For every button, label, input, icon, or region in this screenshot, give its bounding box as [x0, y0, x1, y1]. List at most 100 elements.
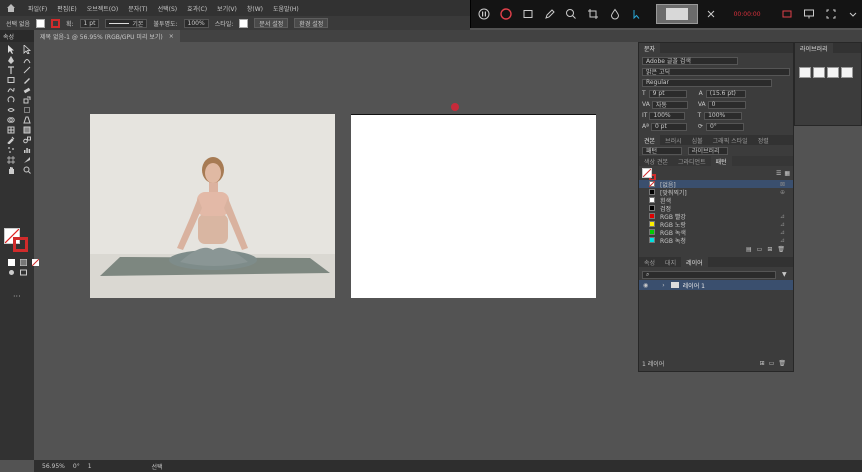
fill-swatch[interactable]	[36, 18, 45, 28]
type-tool-icon[interactable]	[5, 65, 17, 74]
leading-field[interactable]: (15.6 pt)	[705, 89, 746, 98]
layers-search-input[interactable]: ⌕	[642, 270, 776, 279]
pen-icon[interactable]	[541, 5, 559, 23]
rotation-readout[interactable]: 0°	[73, 463, 80, 470]
zoom-icon[interactable]	[563, 5, 581, 23]
layer-row[interactable]: ◉ › 레이어 1	[639, 280, 793, 290]
monitor-icon[interactable]	[800, 5, 818, 23]
zoom-tool-icon[interactable]	[21, 165, 33, 174]
pause-icon[interactable]	[475, 5, 493, 23]
expand-icon[interactable]	[822, 5, 840, 23]
mesh-tool-icon[interactable]	[5, 125, 17, 134]
artboard-tool-icon[interactable]	[5, 155, 17, 164]
slice-tool-icon[interactable]	[21, 155, 33, 164]
menu-view[interactable]: 보기(V)	[217, 4, 237, 13]
document-tab[interactable]: 제목 없음-1 @ 56.95% (RGB/GPU 미리 보기) ×	[34, 30, 180, 42]
stroke-weight-field[interactable]: 1 pt	[79, 18, 100, 28]
font-size-field[interactable]: 9 pt	[648, 89, 687, 98]
horizontal-scale-field[interactable]: 100%	[704, 111, 743, 120]
grid-view-icon[interactable]: ▦	[784, 170, 790, 177]
tab-symbols[interactable]: 심볼	[687, 135, 708, 145]
new-swatch-icon[interactable]: ⊞	[767, 246, 772, 253]
menu-window[interactable]: 창(W)	[247, 4, 263, 13]
document-setup-button[interactable]: 문서 설정	[254, 18, 289, 28]
gradient-tool-icon[interactable]	[21, 125, 33, 134]
draw-normal-icon[interactable]	[5, 268, 17, 277]
shaper-tool-icon[interactable]	[5, 85, 17, 94]
blend-tool-icon[interactable]	[21, 135, 33, 144]
swatch-kind-select[interactable]: 패턴	[642, 146, 682, 155]
free-transform-tool-icon[interactable]	[21, 105, 33, 114]
style-swatch[interactable]	[239, 18, 249, 28]
tab-swatches[interactable]: 견본	[639, 135, 661, 145]
zoom-level[interactable]: 56.95%	[42, 463, 65, 470]
menu-help[interactable]: 도움말(H)	[273, 4, 299, 13]
font-family-select[interactable]: 맑은 고딕	[642, 67, 790, 76]
color-mode-icon[interactable]	[5, 258, 17, 267]
rotate-tool-icon[interactable]	[5, 95, 17, 104]
tab-align[interactable]: 정렬	[753, 135, 774, 145]
swatch-library-icon[interactable]: ▤	[746, 246, 752, 253]
menu-file[interactable]: 파일(F)	[28, 4, 47, 13]
menu-edit[interactable]: 편집(E)	[57, 4, 77, 13]
brush-tool-icon[interactable]	[21, 75, 33, 84]
active-fill-preview[interactable]	[642, 168, 652, 178]
collapse-icon[interactable]	[844, 5, 862, 23]
close-tab-icon[interactable]: ×	[169, 33, 174, 40]
stroke-swatch[interactable]	[51, 18, 60, 28]
swatch-library-select[interactable]: 라이브러리	[688, 146, 728, 155]
cursor-effect-icon[interactable]	[628, 5, 646, 23]
none-mode-icon[interactable]	[29, 258, 41, 267]
baseline-field[interactable]: 0 pt	[650, 122, 687, 131]
list-view-icon[interactable]: ☰	[776, 170, 781, 177]
preferences-button[interactable]: 환경 설정	[294, 18, 329, 28]
subtab-color-swatches[interactable]: 색상 견본	[639, 156, 673, 166]
graph-tool-icon[interactable]	[21, 145, 33, 154]
line-tool-icon[interactable]	[21, 65, 33, 74]
tab-layers[interactable]: 레이어	[681, 257, 708, 267]
new-color-group-icon[interactable]: ▭	[757, 246, 763, 253]
font-search-input[interactable]: Adobe 글꼴 검색	[642, 56, 738, 65]
tab-character[interactable]: 문자	[639, 43, 661, 53]
symbol-sprayer-tool-icon[interactable]	[5, 145, 17, 154]
library-thumb[interactable]	[799, 67, 811, 78]
vertical-scale-field[interactable]: 100%	[649, 111, 686, 120]
library-thumb[interactable]	[827, 67, 839, 78]
opacity-field[interactable]: 100%	[183, 18, 209, 28]
rectangle-icon[interactable]	[519, 5, 537, 23]
hand-tool-icon[interactable]	[5, 165, 17, 174]
subtab-gradients[interactable]: 그라디언트	[673, 156, 711, 166]
menu-effect[interactable]: 효과(C)	[187, 4, 207, 13]
artboard-blank[interactable]	[351, 114, 596, 298]
stroke-color-box[interactable]	[13, 237, 28, 252]
curvature-tool-icon[interactable]	[21, 55, 33, 64]
tab-graphic-styles[interactable]: 그래픽 스타일	[708, 135, 753, 145]
visibility-eye-icon[interactable]: ◉	[643, 282, 648, 289]
rectangle-tool-icon[interactable]	[5, 75, 17, 84]
crop-icon[interactable]	[584, 5, 602, 23]
eraser-tool-icon[interactable]	[21, 85, 33, 94]
menu-type[interactable]: 문자(T)	[128, 4, 147, 13]
close-icon[interactable]	[702, 5, 720, 23]
screen-mode-icon[interactable]	[17, 268, 29, 277]
selection-tool-icon[interactable]	[5, 45, 17, 54]
gradient-mode-icon[interactable]	[17, 258, 29, 267]
webcam-icon[interactable]	[779, 5, 797, 23]
brush-field[interactable]: 기본	[105, 18, 148, 28]
tab-artboards[interactable]: 대지	[660, 257, 681, 267]
new-layer-icon[interactable]: ▭	[769, 360, 775, 367]
delete-layer-icon[interactable]: 🗑	[778, 360, 786, 367]
tab-properties[interactable]: 속성	[639, 257, 660, 267]
swatch-row-cyan[interactable]: RGB 녹청 ⊿	[639, 236, 793, 245]
library-thumb[interactable]	[813, 67, 825, 78]
tracking-field[interactable]: 0	[707, 100, 746, 109]
menu-object[interactable]: 오브젝트(O)	[87, 4, 119, 13]
drop-icon[interactable]	[606, 5, 624, 23]
expand-layer-icon[interactable]: ›	[662, 282, 664, 289]
kerning-field[interactable]: 자동	[651, 100, 688, 109]
scale-tool-icon[interactable]	[21, 95, 33, 104]
record-icon[interactable]	[497, 5, 515, 23]
home-icon[interactable]	[4, 1, 18, 15]
pen-tool-icon[interactable]	[5, 55, 17, 64]
capture-preview[interactable]	[656, 4, 698, 24]
